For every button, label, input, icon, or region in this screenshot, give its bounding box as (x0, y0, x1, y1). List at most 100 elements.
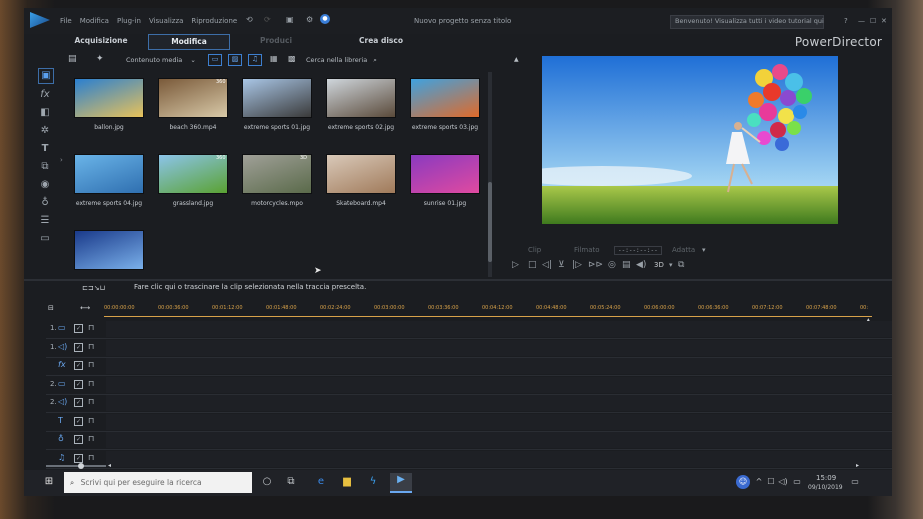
scroll-up-icon[interactable]: ▲ (514, 56, 519, 63)
user-avatar-icon[interactable]: ☺ (736, 475, 750, 489)
fast-forward-icon[interactable]: ⊳⊳ (588, 260, 603, 270)
tab-acquisizione[interactable]: Acquisizione (66, 34, 136, 48)
edge-icon[interactable]: e (314, 475, 328, 489)
powerdirector-taskbar-icon[interactable]: ▶ (390, 473, 412, 493)
media-thumbnail[interactable] (74, 154, 144, 194)
view-image-icon[interactable]: ▨ (228, 54, 242, 66)
track-enable-checkbox[interactable]: ✓ (74, 342, 83, 352)
menu-item-file[interactable]: File (60, 17, 72, 25)
view-video-icon[interactable]: ▭ (208, 54, 222, 66)
track-manager-icon[interactable]: ⊟ (48, 304, 54, 312)
menu-item-visualizza[interactable]: Visualizza (149, 17, 183, 25)
media-item[interactable]: extreme sports 01.jpg (230, 78, 322, 148)
subtitle-icon[interactable]: ▤ (622, 260, 631, 270)
media-thumbnail[interactable] (410, 78, 480, 118)
redo-icon[interactable]: ⟳ (264, 15, 271, 24)
track-lock-icon[interactable]: ⊓ (88, 434, 94, 443)
previous-frame-icon[interactable]: ◁| (542, 260, 552, 270)
media-thumbnail[interactable] (326, 78, 396, 118)
fit-chevron-icon[interactable]: ▾ (702, 246, 706, 254)
undo-icon[interactable]: ⟲ (246, 15, 253, 24)
fx-room-icon[interactable]: fx (38, 88, 52, 102)
movie-mode-label[interactable]: Filmato (574, 246, 600, 254)
volume-icon[interactable]: ◁) (776, 475, 790, 489)
media-room-icon[interactable]: ▣ (38, 68, 54, 84)
snapshot-icon[interactable]: ◎ (608, 260, 616, 270)
close-button[interactable]: ✕ (881, 17, 887, 25)
track-lane[interactable] (106, 432, 892, 448)
track-lock-icon[interactable]: ⊓ (88, 379, 94, 388)
action-center-icon[interactable]: ▭ (848, 475, 862, 489)
track-enable-checkbox[interactable]: ✓ (74, 361, 83, 370)
library-scrollbar[interactable] (488, 72, 492, 277)
track-lane[interactable] (106, 339, 892, 356)
track-enable-checkbox[interactable]: ✓ (74, 435, 83, 444)
library-scroll-thumb[interactable] (488, 182, 492, 262)
clip-mode-label[interactable]: Clip (528, 246, 541, 254)
track-lane[interactable] (106, 450, 892, 467)
next-frame-icon[interactable]: |▷ (572, 260, 582, 270)
media-thumbnail[interactable] (242, 78, 312, 118)
tab-modifica[interactable]: Modifica (148, 34, 230, 50)
timeline-ruler[interactable]: 00:00:00:00 00:00:36:00 00:01:12:00 00:01:4… (104, 302, 872, 316)
track-enable-checkbox[interactable]: ✓ (74, 416, 83, 426)
media-item[interactable]: sunrise 01.jpg (398, 154, 490, 224)
menu-item-modifica[interactable]: Modifica (80, 17, 109, 25)
fit-dropdown[interactable]: Adatta (672, 246, 695, 254)
timeline-scroll-left-icon[interactable]: ◂ (108, 462, 111, 469)
volume-icon[interactable]: ◀) (636, 260, 646, 270)
track-lock-icon[interactable]: ⊓ (88, 342, 94, 351)
track-lane[interactable] (106, 413, 892, 430)
track-enable-checkbox[interactable]: ✓ (74, 453, 83, 463)
stop-icon[interactable]: □ (528, 260, 537, 270)
media-item[interactable]: ballon.jpg (62, 78, 154, 148)
thumbnail-size-icon[interactable]: ▩ (288, 54, 296, 63)
track-lock-icon[interactable]: ⊓ (88, 416, 94, 425)
export-icon[interactable]: ▣ (286, 15, 294, 24)
track-lock-icon[interactable]: ⊓ (88, 397, 94, 406)
library-search[interactable]: Cerca nella libreria ⌕ (306, 56, 386, 65)
notification-icon[interactable]: ● (320, 14, 330, 24)
keyboard-icon[interactable]: ▭ (790, 475, 804, 489)
media-item[interactable]: 360 grassland.jpg (146, 154, 238, 224)
track-lane[interactable] (106, 358, 892, 374)
track-lane[interactable] (106, 395, 892, 411)
cortana-icon[interactable]: ○ (260, 475, 274, 489)
plugin-icon[interactable]: ✦ (96, 54, 104, 64)
media-item[interactable]: Skateboard.mp4 (314, 154, 406, 224)
panel-divider[interactable] (24, 279, 892, 281)
clock-date[interactable]: 09/10/2019 (808, 484, 843, 491)
track-lock-icon[interactable]: ⊓ (88, 360, 94, 369)
track-enable-checkbox[interactable]: ✓ (74, 324, 83, 333)
media-thumbnail[interactable] (326, 154, 396, 194)
chapter-room-icon[interactable]: ☰ (38, 214, 52, 228)
track-lock-icon[interactable]: ⊓ (88, 453, 94, 462)
title-room-icon[interactable]: T (38, 142, 52, 156)
media-item[interactable]: extreme sports 04.jpg (62, 154, 154, 224)
tab-produci[interactable]: Produci (246, 34, 306, 48)
media-item[interactable]: extreme sports 02.jpg (314, 78, 406, 148)
sort-icon[interactable]: ▦ (270, 54, 278, 63)
settings-icon[interactable]: ⚙ (306, 15, 313, 24)
split-icon[interactable]: ⊻ (558, 260, 565, 270)
track-enable-checkbox[interactable]: ✓ (74, 379, 83, 389)
file-explorer-icon[interactable]: ▆ (340, 475, 354, 489)
tutorial-banner[interactable]: Benvenuto! Visualizza tutti i video tuto… (670, 15, 824, 29)
undock-icon[interactable]: ⧉ (678, 260, 684, 270)
media-thumbnail[interactable] (74, 230, 144, 270)
media-item[interactable]: 3D motorcycles.mpo (230, 154, 322, 224)
power-app-icon[interactable]: ϟ (366, 475, 380, 489)
3d-toggle[interactable]: 3D (654, 261, 664, 269)
tab-crea-disco[interactable]: Crea disco (336, 34, 426, 48)
pip-room-icon[interactable]: ◧ (38, 106, 52, 120)
menu-item-plug-in[interactable]: Plug-in (117, 17, 141, 25)
media-thumbnail[interactable] (410, 154, 480, 194)
zoom-slider-handle[interactable] (78, 463, 84, 469)
audio-mix-icon[interactable]: ◉ (38, 178, 52, 192)
task-view-icon[interactable]: ⧉ (284, 475, 298, 489)
track-lock-icon[interactable]: ⊓ (88, 323, 94, 332)
import-media-icon[interactable]: ▤ (68, 54, 77, 64)
media-thumbnail[interactable] (74, 78, 144, 118)
view-audio-icon[interactable]: ♫ (248, 54, 262, 66)
particle-room-icon[interactable]: ✲ (38, 124, 52, 138)
